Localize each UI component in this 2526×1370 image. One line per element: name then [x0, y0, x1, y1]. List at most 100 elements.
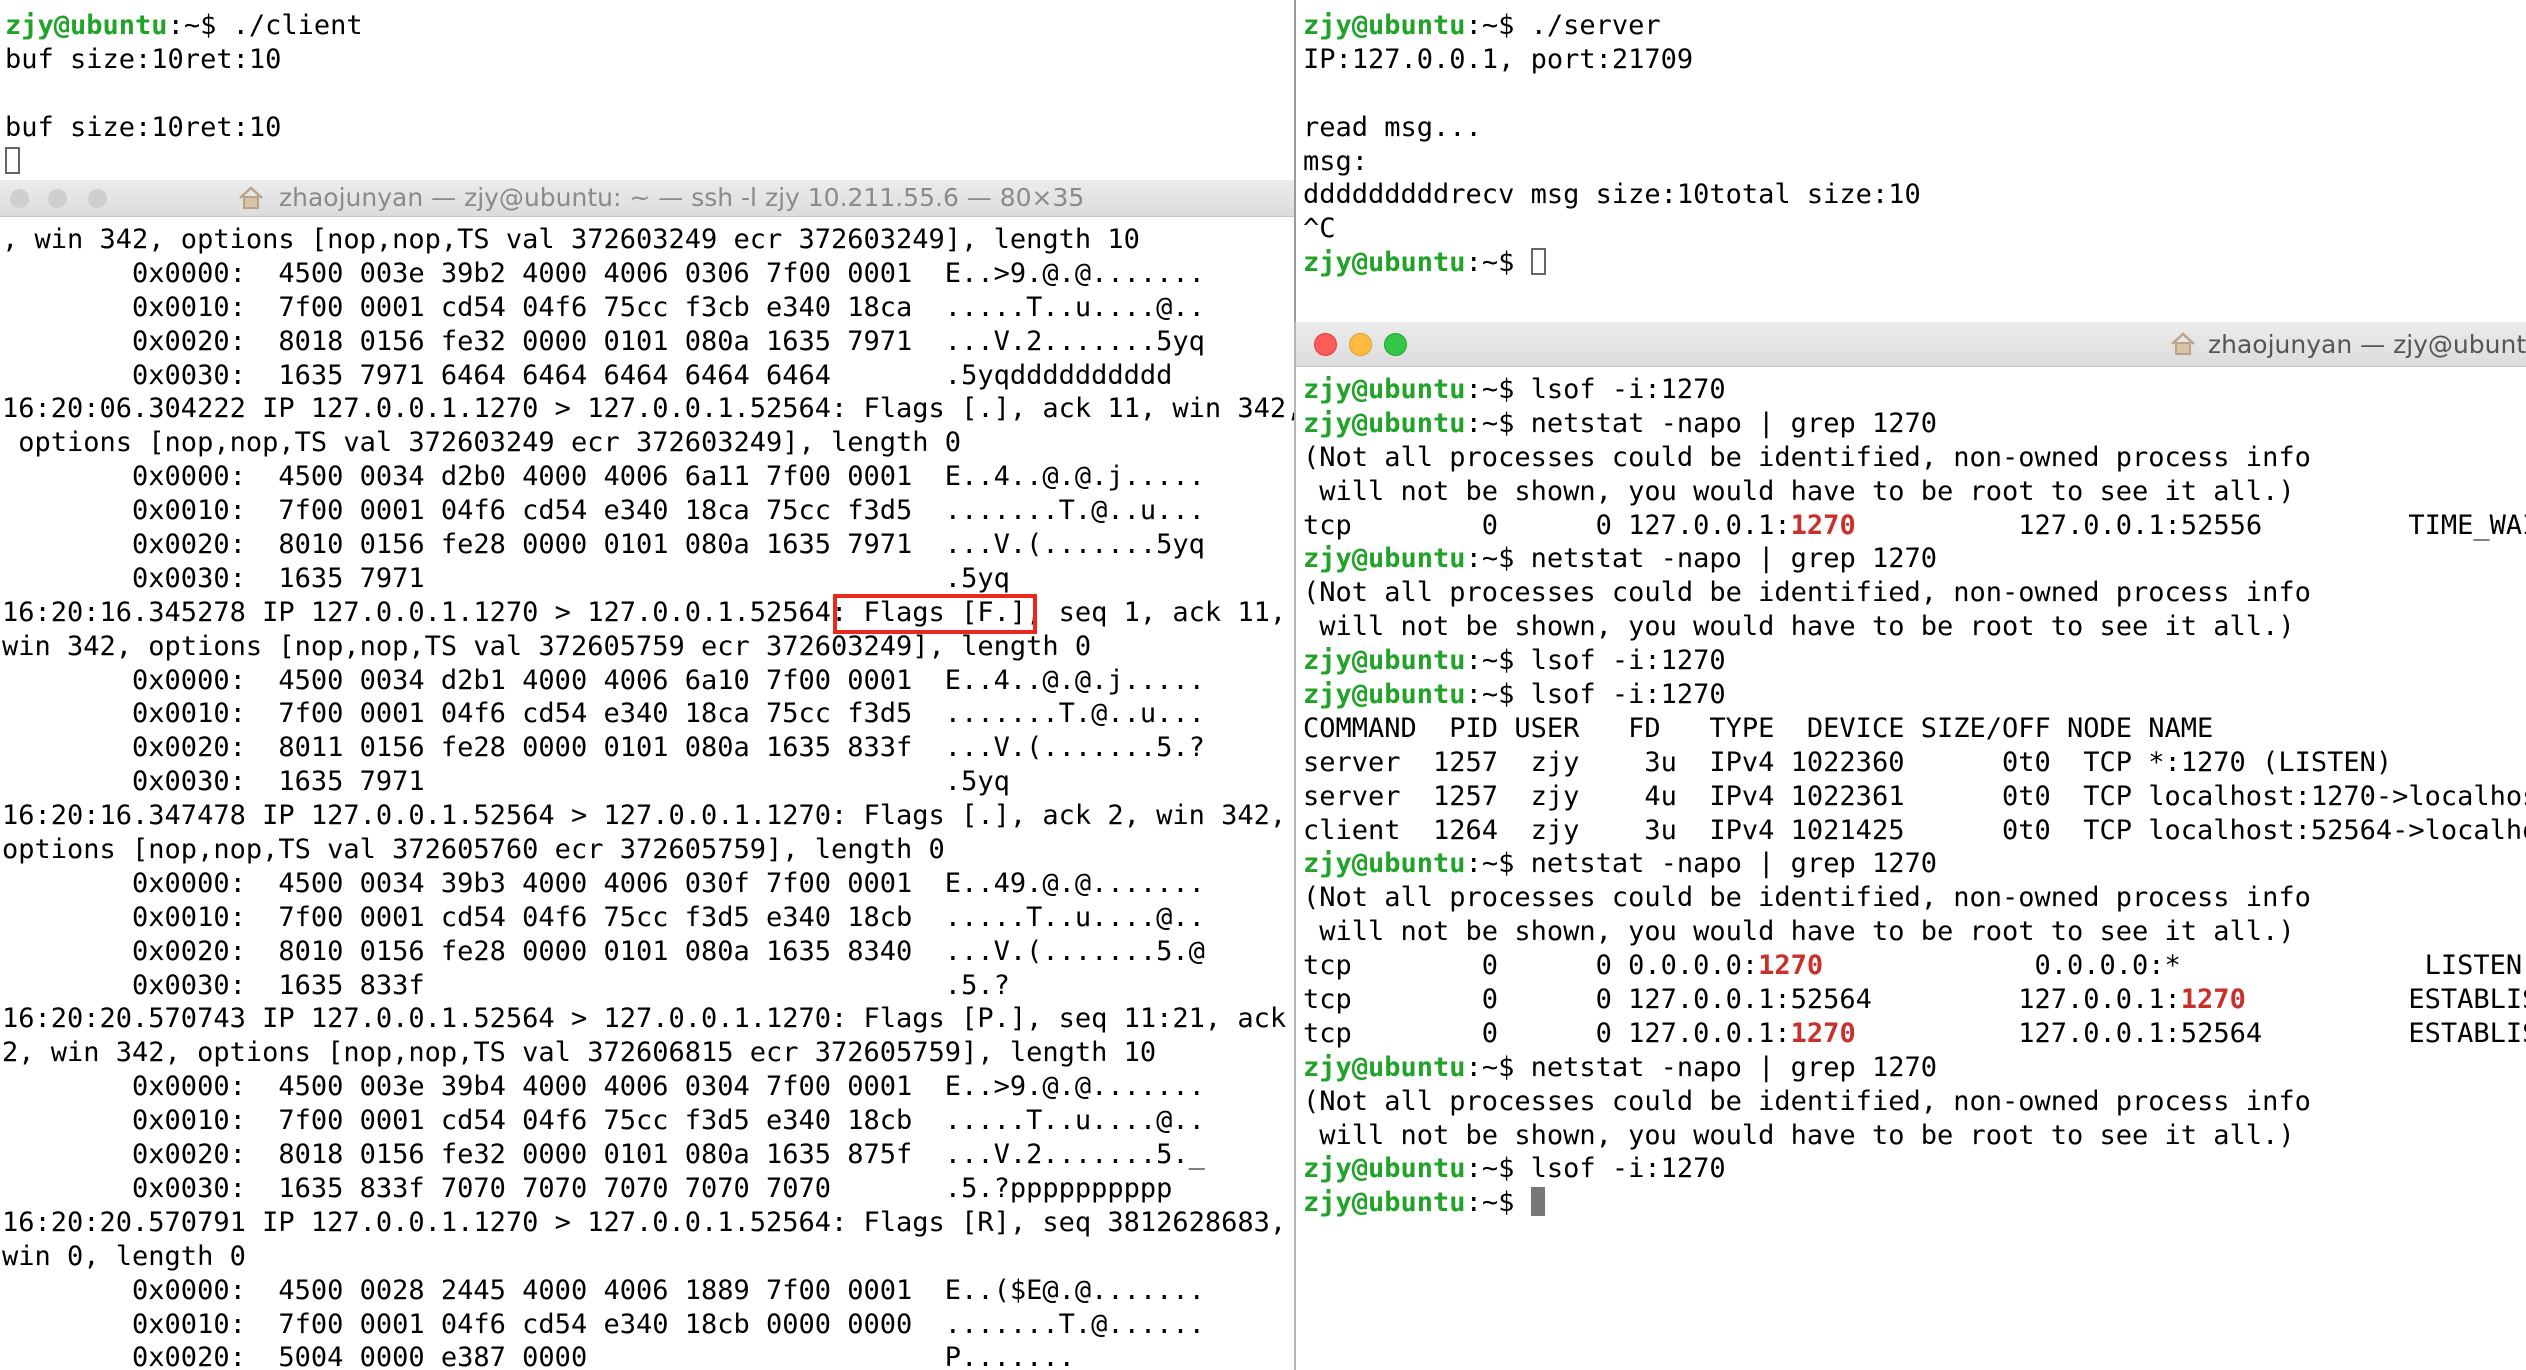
output-text: tcp 0 0 127.0.0.1:	[1303, 1017, 1791, 1049]
packet-line: , win 342, options [nop,nop,TS val 37260…	[2, 224, 1140, 255]
output-line: buf size:10ret:10	[5, 111, 282, 143]
cursor-line	[5, 145, 363, 179]
output-text: tcp 0 0 0.0.0.0:	[1303, 950, 1759, 982]
packet-line: 0x0010: 7f00 0001 cd54 04f6 75cc f3d5 e3…	[2, 901, 1205, 933]
command-line: zjy@ubuntu:~$ netstat -napo | grep 1270	[1303, 1051, 2526, 1085]
tcpdump-terminal[interactable]: zhaojunyan — zjy@ubuntu: ~ — ssh -l zjy …	[0, 180, 1294, 1370]
output-line: will not be shown, you would have to be …	[1303, 475, 2295, 507]
zoom-button[interactable]	[1384, 333, 1407, 356]
output-line: will not be shown, you would have to be …	[1303, 611, 2295, 643]
packet-line: 16:20:16.345278 IP 127.0.0.1.1270 > 127.…	[2, 596, 1287, 628]
output-line: (Not all processes could be identified, …	[1303, 577, 2311, 609]
flags-fin-highlight	[833, 594, 1037, 634]
prompt-path: :~$	[1465, 848, 1515, 880]
minimize-button[interactable]	[48, 189, 67, 208]
prompt-path: :~$	[1465, 543, 1515, 575]
prompt-path: :~$	[1465, 679, 1515, 711]
tcpdump-titlebar[interactable]: zhaojunyan — zjy@ubuntu: ~ — ssh -l zjy …	[0, 180, 1294, 217]
prompt-path: :~$	[1465, 1051, 1515, 1083]
output-line: tcp 0 0 127.0.0.1:52564 127.0.0.1:1270 E…	[1303, 983, 2526, 1017]
port-highlight: 1270	[1790, 1017, 1856, 1049]
netstat-window-title: zhaojunyan — zjy@ubuntu	[2208, 330, 2526, 359]
packet-line: 16:20:06.304222 IP 127.0.0.1.1270 > 127.…	[2, 393, 1294, 425]
client-terminal[interactable]: zjy@ubuntu:~$ ./client buf size:10ret:10 b…	[0, 0, 1294, 180]
packet-line: options [nop,nop,TS val 372605760 ecr 37…	[2, 834, 945, 866]
output-line: (Not all processes could be identified, …	[1303, 1085, 2311, 1117]
packet-line: 0x0030: 1635 7971 .5yq	[2, 766, 1010, 798]
command-line: zjy@ubuntu:~$ ./client	[5, 9, 363, 43]
output-line: read msg...	[1303, 111, 1482, 143]
output-line: client 1264 zjy 3u IPv4 1021425 0t0 TCP …	[1303, 814, 2526, 846]
command-text: netstat -napo | grep 1270	[1514, 407, 1937, 439]
command-line: zjy@ubuntu:~$ netstat -napo | grep 1270	[1303, 847, 2526, 881]
packet-line: 0x0010: 7f00 0001 cd54 04f6 75cc f3cb e3…	[2, 291, 1205, 323]
server-terminal[interactable]: zjy@ubuntu:~$ ./server IP:127.0.0.1, port…	[1296, 0, 2526, 322]
home-icon	[239, 186, 263, 209]
cursor	[1530, 1187, 1545, 1217]
packet-line: 0x0030: 1635 833f 7070 7070 7070 7070 70…	[2, 1172, 1173, 1204]
packet-line: 0x0000: 4500 003e 39b2 4000 4006 0306 7f…	[2, 257, 1205, 289]
close-button[interactable]	[1314, 333, 1337, 356]
command-text: netstat -napo | grep 1270	[1514, 848, 1937, 880]
command-text: netstat -napo | grep 1270	[1514, 1051, 1937, 1083]
output-text: ESTABLISHED	[2408, 984, 2526, 1016]
packet-line: 0x0030: 1635 833f .5.?	[2, 969, 1010, 1001]
prompt-path: :~$	[1465, 1153, 1515, 1185]
output-line: tcp 0 0 127.0.0.1:1270 127.0.0.1:52556 T…	[1303, 509, 2526, 543]
output-text: 127.0.0.1:52556 TIME_WAIT	[1855, 509, 2526, 541]
output-text: 127.0.0.1:52564 ESTABLISHED	[1855, 1017, 2526, 1049]
command-text: ./server	[1514, 10, 1661, 41]
packet-line: 0x0020: 8010 0156 fe28 0000 0101 080a 16…	[2, 935, 1205, 967]
output-line: will not be shown, you would have to be …	[1303, 1119, 2295, 1151]
home-icon	[2171, 332, 2195, 355]
netstat-terminal[interactable]: zhaojunyan — zjy@ubuntu zjy@ubuntu:~$ ls…	[1294, 322, 2526, 1370]
output-line: msg:	[1303, 145, 1369, 177]
tcpdump-output: , win 342, options [nop,nop,TS val 37260…	[2, 223, 1294, 1370]
packet-line: 0x0020: 5004 0000 e387 0000 P.......	[2, 1342, 1075, 1370]
packet-line: 0x0020: 8018 0156 fe32 0000 0101 080a 16…	[2, 1139, 1205, 1171]
prompt-user: zjy@ubuntu	[5, 10, 168, 41]
output-line: (Not all processes could be identified, …	[1303, 882, 2311, 914]
zoom-button[interactable]	[88, 189, 107, 208]
output-line: server 1257 zjy 3u IPv4 1022360 0t0 TCP …	[1303, 746, 2393, 778]
command-text: lsof -i:1270	[1514, 374, 1726, 405]
packet-line: 0x0020: 8010 0156 fe28 0000 0101 080a 16…	[2, 529, 1205, 561]
netstat-titlebar[interactable]: zhaojunyan — zjy@ubuntu	[1296, 322, 2526, 367]
output-line: buf size:10ret:10	[5, 43, 282, 75]
server-terminal-output: zjy@ubuntu:~$ ./server IP:127.0.0.1, port…	[1303, 9, 1921, 280]
packet-line: 2, win 342, options [nop,nop,TS val 3726…	[2, 1037, 1157, 1069]
command-line: zjy@ubuntu:~$	[1303, 246, 1921, 280]
cursor	[1530, 248, 1546, 276]
prompt-user: zjy@ubuntu	[1303, 679, 1466, 711]
command-line: zjy@ubuntu:~$ lsof -i:1270	[1303, 678, 2526, 712]
prompt-path: :~$	[1465, 247, 1515, 279]
packet-line: 16:20:16.347478 IP 127.0.0.1.52564 > 127…	[2, 800, 1287, 832]
prompt-user: zjy@ubuntu	[1303, 645, 1466, 677]
command-text: lsof -i:1270	[1514, 1153, 1726, 1185]
output-line: ^C	[1303, 213, 1336, 245]
command-line: zjy@ubuntu:~$ lsof -i:1270	[1303, 644, 2526, 678]
port-highlight: 1270	[1758, 950, 1824, 982]
packet-line: 0x0010: 7f00 0001 04f6 cd54 e340 18cb 00…	[2, 1308, 1205, 1340]
output-text: 0.0.0.0:* LISTEN	[1823, 950, 2523, 982]
output-line: tcp 0 0 0.0.0.0:1270 0.0.0.0:* LISTEN	[1303, 949, 2526, 983]
prompt-user: zjy@ubuntu	[1303, 247, 1466, 279]
packet-line: 0x0000: 4500 0034 d2b1 4000 4006 6a10 7f…	[2, 664, 1205, 696]
prompt-path: :~$	[1465, 1187, 1515, 1219]
command-text: netstat -napo | grep 1270	[1514, 543, 1937, 575]
packet-line: 0x0020: 8011 0156 fe28 0000 0101 080a 16…	[2, 732, 1205, 764]
client-terminal-output: zjy@ubuntu:~$ ./client buf size:10ret:10 b…	[5, 9, 363, 178]
packet-line: 16:20:20.570791 IP 127.0.0.1.1270 > 127.…	[2, 1206, 1287, 1238]
packet-line: 0x0000: 4500 003e 39b4 4000 4006 0304 7f…	[2, 1071, 1205, 1103]
minimize-button[interactable]	[1349, 333, 1372, 356]
prompt-user: zjy@ubuntu	[1303, 407, 1466, 439]
output-line: server 1257 zjy 4u IPv4 1022361 0t0 TCP …	[1303, 780, 2526, 812]
command-line: zjy@ubuntu:~$ netstat -napo | grep 1270	[1303, 542, 2526, 576]
prompt-user: zjy@ubuntu	[1303, 1051, 1466, 1083]
close-button[interactable]	[10, 189, 29, 208]
packet-line: 0x0000: 4500 0034 d2b0 4000 4006 6a11 7f…	[2, 461, 1205, 493]
packet-line: win 0, length 0	[2, 1240, 246, 1272]
output-line: will not be shown, you would have to be …	[1303, 916, 2295, 948]
command-text: ./client	[216, 10, 363, 41]
